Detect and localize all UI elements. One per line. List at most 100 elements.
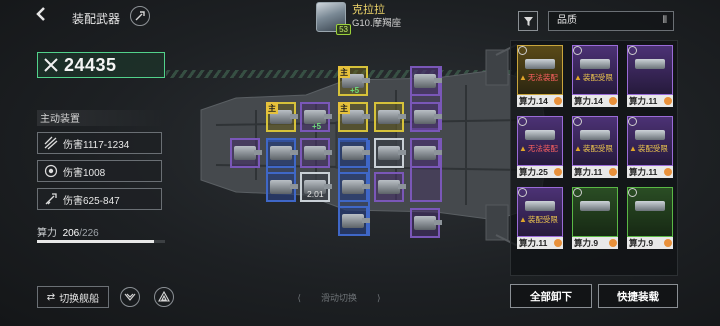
warning-triangle-icon: ▲ xyxy=(574,144,582,153)
weapon-slot-r1[interactable] xyxy=(410,66,442,96)
combat-power-box: 24435 xyxy=(37,52,165,78)
card-warning-text: 装配受限 xyxy=(527,215,558,224)
weapon-slot-l5[interactable] xyxy=(266,172,298,202)
unload-all-label: 全部卸下 xyxy=(530,290,572,303)
weapon-type-icon xyxy=(518,188,527,197)
unload-all-button[interactable]: 全部卸下 xyxy=(510,284,592,308)
gear-icon xyxy=(609,239,617,247)
multi-shot-icon xyxy=(44,136,58,150)
weapon-slot-level[interactable]: 2.01 xyxy=(300,172,332,202)
inventory-card[interactable]: ▲ 装配受限 算力.11 xyxy=(517,187,563,249)
main-tag: 主 xyxy=(266,102,278,114)
weapon-slot-r2[interactable] xyxy=(374,102,406,132)
switch-ship-label: 切换舰船 xyxy=(59,293,100,305)
weapon-type-icon xyxy=(628,117,637,126)
weapon-icon xyxy=(635,130,665,140)
weapon-icon xyxy=(270,146,298,160)
inventory-card[interactable]: 算力.11 xyxy=(627,45,673,107)
inventory-card[interactable]: ▲ 装配受限 算力.11 xyxy=(627,116,673,178)
filter-funnel-icon xyxy=(523,16,533,26)
weapon-slot-r3[interactable] xyxy=(410,102,442,132)
pilot-class: G10.摩羯座 xyxy=(352,18,402,29)
pilot-info[interactable]: 53 克拉拉 G10.摩羯座 xyxy=(316,2,402,35)
gear-icon xyxy=(609,168,617,176)
gear-icon xyxy=(664,97,672,105)
weapon-slot-r4[interactable] xyxy=(410,138,442,168)
inventory-card[interactable]: 算力.9 xyxy=(627,187,673,249)
main-tag: 主 xyxy=(338,102,350,114)
active-device-2-text: 伤害1008 xyxy=(63,167,106,179)
wing-emblem-button[interactable] xyxy=(120,287,140,307)
sort-quality-select[interactable]: 品质 ⫴ xyxy=(548,11,674,31)
weapon-type-icon xyxy=(573,188,582,197)
active-devices-label: 主动装置 xyxy=(37,110,165,126)
rocket-icon xyxy=(135,11,145,21)
inventory-card[interactable]: ▲ 无法装配 算力.25 xyxy=(517,116,563,178)
card-warning-text: 装配受限 xyxy=(637,144,668,153)
filter-button[interactable] xyxy=(518,11,538,31)
weapon-type-icon xyxy=(573,117,582,126)
ship-emblem-icon xyxy=(158,291,170,302)
slot-level-value: 2.01 xyxy=(307,189,324,199)
weapon-slot-c4[interactable] xyxy=(338,172,370,202)
weapon-slot-c3[interactable] xyxy=(374,138,406,168)
switch-ship-button[interactable]: ⇄ 切换舰船 xyxy=(37,286,109,308)
weapon-slot-l3[interactable] xyxy=(266,138,298,168)
gear-icon xyxy=(554,168,562,176)
swap-arrows-icon: ⇄ xyxy=(46,291,56,303)
card-warning-text: 无法装配 xyxy=(527,144,558,153)
pilot-avatar[interactable]: 53 xyxy=(316,2,351,35)
pilot-level-badge: 53 xyxy=(336,24,351,35)
weapon-icon xyxy=(635,201,665,211)
active-device-1[interactable]: 伤害1117-1234 xyxy=(37,132,162,154)
weapon-type-icon xyxy=(628,46,637,55)
weapon-slot-far-left[interactable] xyxy=(230,138,262,168)
active-device-3-text: 伤害625-847 xyxy=(63,195,120,207)
card-warning: ▲ 装配受限 xyxy=(519,214,563,225)
weapon-slot-c6[interactable] xyxy=(338,206,370,236)
card-warning: ▲ 装配受限 xyxy=(574,143,618,154)
back-arrow-icon[interactable] xyxy=(34,6,54,26)
card-warning-text: 无法装配 xyxy=(527,73,558,82)
weapon-slot-c5[interactable] xyxy=(374,172,406,202)
compute-readout: 算力 206/226 xyxy=(37,224,99,239)
quick-load-label: 快捷装载 xyxy=(617,290,659,303)
inventory-card[interactable]: ▲ 装配受限 算力.14 xyxy=(572,45,618,107)
weapon-icon xyxy=(525,201,555,211)
weapon-icon xyxy=(414,146,442,160)
weapon-icon xyxy=(414,110,442,124)
weapon-type-icon xyxy=(628,188,637,197)
weapon-icon xyxy=(378,180,406,194)
inventory-card[interactable]: ▲ 装配受限 算力.11 xyxy=(572,116,618,178)
ship-emblem-button[interactable] xyxy=(154,287,174,307)
quick-load-button[interactable]: 快捷装载 xyxy=(598,284,678,308)
weapon-type-icon xyxy=(573,46,582,55)
weapon-slot-l4[interactable] xyxy=(300,138,332,168)
weapon-slot-main-center[interactable]: 主 xyxy=(338,102,370,132)
compute-current: 206 xyxy=(62,228,80,239)
weapon-icon xyxy=(304,146,332,160)
weapon-slot-l2[interactable]: +5 xyxy=(300,102,332,132)
gear-icon xyxy=(554,97,562,105)
weapon-type-icon xyxy=(518,46,527,55)
weapon-slot-r5[interactable] xyxy=(410,208,442,238)
compute-progress-fill xyxy=(37,240,154,243)
active-device-2[interactable]: 伤害1008 xyxy=(37,160,162,182)
inventory-card[interactable]: ▲ 无法装配 算力.14 xyxy=(517,45,563,107)
weapon-icon xyxy=(635,59,665,69)
card-warning-text: 装配受限 xyxy=(582,73,613,82)
weapon-slot-main-top[interactable]: 主 +5 xyxy=(338,66,370,96)
weapon-slot-main-left[interactable]: 主 xyxy=(266,102,298,132)
inventory-card[interactable]: 算力.9 xyxy=(572,187,618,249)
weapon-detail-button[interactable] xyxy=(130,6,150,26)
warning-triangle-icon: ▲ xyxy=(629,144,637,153)
wing-emblem-icon xyxy=(124,293,136,301)
active-device-3[interactable]: 伤害625-847 xyxy=(37,188,162,210)
weapon-slot-c2[interactable] xyxy=(338,138,370,168)
gear-icon xyxy=(609,97,617,105)
weapon-icon xyxy=(234,146,262,160)
crossed-swords-icon xyxy=(44,58,58,72)
pilot-name: 克拉拉 xyxy=(352,4,385,16)
card-warning: ▲ 无法装配 xyxy=(519,72,563,83)
missile-icon xyxy=(44,192,58,206)
